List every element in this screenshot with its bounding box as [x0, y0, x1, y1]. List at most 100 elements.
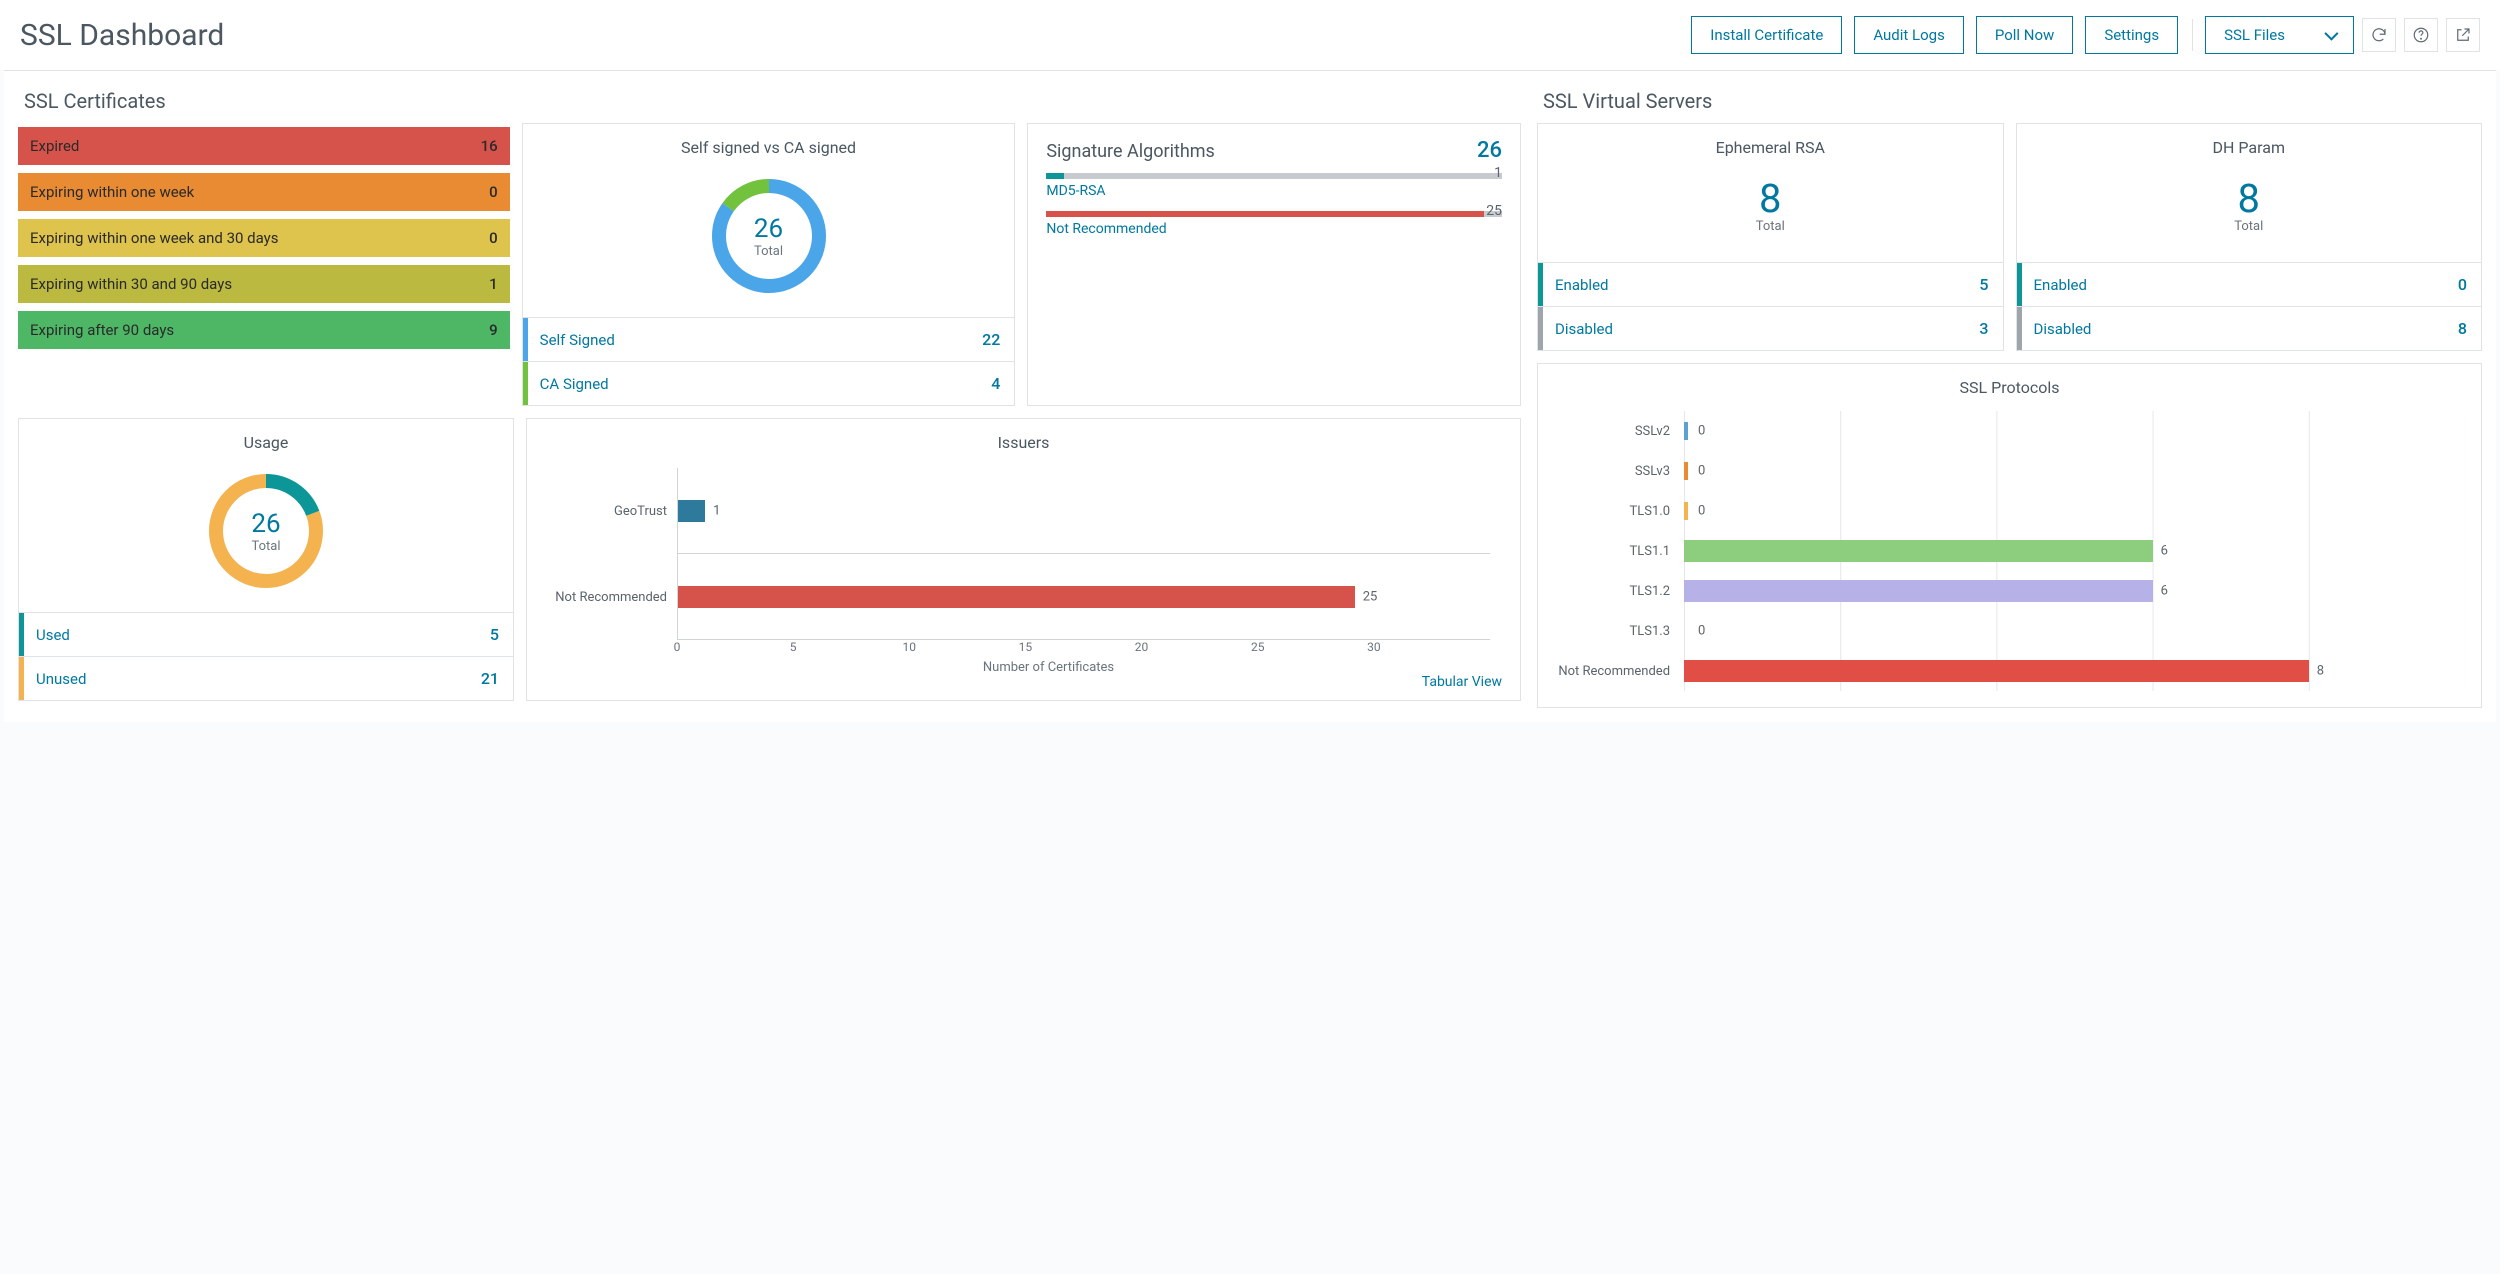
- protocol-value: 6: [2161, 544, 2168, 559]
- protocol-track: 6: [1684, 531, 2465, 571]
- issuer-bar: [678, 586, 1355, 608]
- self-vs-ca-label: Self Signed: [540, 331, 982, 349]
- ephemeral-rsa-card: Ephemeral RSA 8 Total Enabled 5 Disabled…: [1537, 123, 2003, 351]
- protocol-value: 8: [2317, 664, 2324, 679]
- issuer-axis-tick: 10: [851, 640, 967, 654]
- dh-label: Disabled: [2034, 320, 2458, 338]
- protocol-label: TLS1.3: [1554, 624, 1684, 639]
- color-tick: [19, 657, 24, 700]
- protocol-label: SSLv3: [1554, 464, 1684, 479]
- sig-algo-row[interactable]: Not Recommended 25: [1028, 205, 1520, 243]
- expiry-label: Expiring within one week and 30 days: [30, 229, 279, 247]
- sig-bar-track: [1046, 173, 1502, 179]
- self-vs-ca-row[interactable]: Self Signed 22: [523, 317, 1015, 361]
- issuers-tabular-link[interactable]: Tabular View: [1422, 674, 1502, 690]
- protocol-label: TLS1.2: [1554, 584, 1684, 599]
- ssl-protocols-card: SSL Protocols SSLv2 0 SSLv3 0 TLS1.0 0 T…: [1537, 363, 2482, 708]
- help-button[interactable]: [2404, 18, 2438, 52]
- protocol-row: TLS1.2 6: [1554, 571, 2465, 611]
- protocol-value: 0: [1698, 424, 1705, 439]
- color-tick: [523, 362, 528, 405]
- usage-value: 21: [481, 669, 499, 688]
- self-vs-ca-row[interactable]: CA Signed 4: [523, 361, 1015, 405]
- popout-icon: [2454, 26, 2472, 44]
- expiry-card: Expired16Expiring within one week0Expiri…: [18, 123, 510, 406]
- expiry-row[interactable]: Expiring after 90 days9: [18, 311, 510, 349]
- protocol-label: SSLv2: [1554, 424, 1684, 439]
- usage-row[interactable]: Unused 21: [19, 656, 513, 700]
- page-header: SSL Dashboard Install Certificate Audit …: [0, 0, 2500, 70]
- protocol-row: TLS1.1 6: [1554, 531, 2465, 571]
- settings-button[interactable]: Settings: [2085, 16, 2178, 54]
- dh-param-card: DH Param 8 Total Enabled 0 Disabled 8: [2016, 123, 2482, 351]
- usage-label: Used: [36, 626, 490, 644]
- usage-donut: 26 Total: [201, 466, 331, 596]
- protocols-title: SSL Protocols: [1538, 364, 2481, 403]
- install-certificate-button[interactable]: Install Certificate: [1691, 16, 1842, 54]
- signature-algorithms-card: Signature Algorithms 26 MD5-RSA 1 Not Re…: [1027, 123, 1521, 406]
- ephemeral-value: 3: [1979, 319, 1988, 338]
- protocol-value: 0: [1698, 624, 1705, 639]
- expiry-row[interactable]: Expired 16: [18, 127, 510, 165]
- expiry-row[interactable]: Expiring within one week and 30 days 0: [18, 219, 510, 257]
- expiry-label: Expiring within 30 and 90 days: [30, 275, 232, 293]
- protocol-track: 6: [1684, 571, 2465, 611]
- issuer-axis-tick: 20: [1083, 640, 1199, 654]
- self-vs-ca-value: 22: [982, 330, 1000, 349]
- sig-bar-fill: [1046, 211, 1484, 217]
- issuer-axis-tick: 30: [1316, 640, 1432, 654]
- protocol-bar: [1684, 462, 1688, 480]
- expiry-value: 0: [489, 229, 498, 247]
- dh-row[interactable]: Enabled 0: [2017, 262, 2481, 306]
- sig-bar-track: [1046, 211, 1502, 217]
- self-vs-ca-total-label: Total: [754, 244, 783, 259]
- protocol-row: TLS1.3 0: [1554, 611, 2465, 651]
- popout-button[interactable]: [2446, 18, 2480, 52]
- expiry-label: Expired: [30, 137, 79, 155]
- audit-logs-button[interactable]: Audit Logs: [1854, 16, 1964, 54]
- ephemeral-row[interactable]: Disabled 3: [1538, 306, 2002, 350]
- usage-label: Unused: [36, 670, 481, 688]
- sig-algos-title: Signature Algorithms: [1046, 141, 1215, 162]
- protocol-row: TLS1.0 0: [1554, 491, 2465, 531]
- expiry-label: Expiring within one week: [30, 183, 194, 201]
- protocol-value: 6: [2161, 584, 2168, 599]
- ephemeral-row[interactable]: Enabled 5: [1538, 262, 2002, 306]
- ephemeral-value: 5: [1979, 275, 1988, 294]
- color-tick: [1538, 307, 1543, 350]
- poll-now-button[interactable]: Poll Now: [1976, 16, 2073, 54]
- expiry-row[interactable]: Expiring within one week 0: [18, 173, 510, 211]
- issuer-row: GeoTrust 1: [547, 468, 1490, 554]
- protocol-value: 0: [1698, 504, 1705, 519]
- protocol-bar: [1684, 660, 2309, 682]
- protocol-track: 8: [1684, 651, 2465, 691]
- protocol-bar: [1684, 502, 1688, 520]
- issuer-axis-tick: 25: [1200, 640, 1316, 654]
- sig-algo-label: MD5-RSA: [1046, 183, 1105, 199]
- expiry-row[interactable]: Expiring within 30 and 90 days1: [18, 265, 510, 303]
- expiry-value: 16: [481, 137, 498, 155]
- issuer-label: Not Recommended: [547, 590, 677, 605]
- dh-title: DH Param: [2017, 124, 2481, 163]
- usage-total: 26: [251, 509, 280, 539]
- protocol-row: SSLv3 0: [1554, 451, 2465, 491]
- expiry-value: 0: [489, 183, 498, 201]
- self-vs-ca-total: 26: [754, 214, 783, 244]
- sig-algo-row[interactable]: MD5-RSA 1: [1028, 167, 1520, 205]
- protocol-value: 0: [1698, 464, 1705, 479]
- ssl-files-dropdown[interactable]: SSL Files: [2205, 16, 2354, 54]
- protocol-label: Not Recommended: [1554, 664, 1684, 679]
- dh-row[interactable]: Disabled 8: [2017, 306, 2481, 350]
- issuer-value: 1: [713, 503, 720, 518]
- usage-row[interactable]: Used 5: [19, 612, 513, 656]
- issuers-title: Issuers: [527, 419, 1520, 458]
- protocol-track: 0: [1684, 611, 2465, 651]
- self-vs-ca-card: Self signed vs CA signed 26 Total Self S…: [522, 123, 1016, 406]
- self-vs-ca-title: Self signed vs CA signed: [523, 124, 1015, 163]
- refresh-button[interactable]: [2362, 18, 2396, 52]
- ssl-vservers-section-title: SSL Virtual Servers: [1537, 75, 2482, 123]
- self-vs-ca-value: 4: [991, 374, 1000, 393]
- color-tick: [2017, 263, 2022, 306]
- issuer-bar-area: 25: [677, 554, 1490, 640]
- page-title: SSL Dashboard: [20, 18, 224, 53]
